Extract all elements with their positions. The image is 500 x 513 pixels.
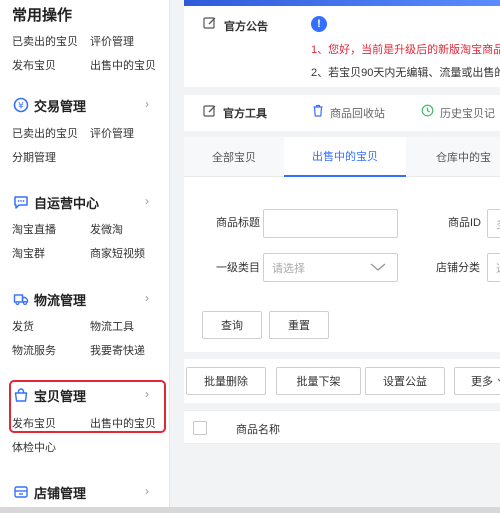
section-title: 宝贝管理 <box>34 388 87 404</box>
chat-bubble-icon <box>12 194 29 211</box>
bulk-delete-button[interactable]: 批量删除 <box>186 367 266 395</box>
currency-circle-icon: ¥ <box>12 97 29 114</box>
more-actions-button[interactable]: 更多 <box>454 367 500 395</box>
link-logistics-services[interactable]: 物流服务 <box>12 342 56 358</box>
main-content: 官方公告 ! 1、您好，当前是升级后的新版淘宝商品 2、若宝贝90天内无编辑、流… <box>184 0 500 513</box>
sidebar: 常用操作 已卖出的宝贝 评价管理 发布宝贝 出售中的宝贝 ¥ 交易管理 › 已卖… <box>0 0 170 513</box>
bottom-scrollbar[interactable] <box>0 507 500 513</box>
select-all-checkbox[interactable] <box>193 421 207 435</box>
section-title: 物流管理 <box>34 292 87 308</box>
query-button[interactable]: 查询 <box>202 311 262 339</box>
announcement-header: 官方公告 <box>203 16 268 35</box>
link-publish-item[interactable]: 发布宝贝 <box>12 415 56 431</box>
more-actions-label: 更多 <box>471 376 493 388</box>
shop-category-select[interactable]: 选 <box>487 253 500 282</box>
trash-icon <box>312 104 324 122</box>
quick-link-items-on-sale[interactable]: 出售中的宝贝 <box>90 57 156 73</box>
header-banner <box>184 0 500 6</box>
edit-icon <box>203 104 217 123</box>
column-header-item-name: 商品名称 <box>236 424 280 436</box>
title-label: 商品标题 <box>216 217 260 229</box>
link-installments[interactable]: 分期管理 <box>12 149 56 165</box>
quick-link-reviews[interactable]: 评价管理 <box>90 33 134 49</box>
alert-icon: ! <box>311 16 327 32</box>
quick-link-publish-item[interactable]: 发布宝贝 <box>12 57 56 73</box>
announcement-line-2[interactable]: 2、若宝贝90天内无编辑、流量或出售的 <box>311 64 500 80</box>
truck-icon <box>12 291 29 308</box>
tools-panel: 官方工具 商品回收站 历史宝贝记 <box>184 95 500 131</box>
item-id-label: 商品ID <box>448 217 481 229</box>
item-status-tabs: 全部宝贝 出售中的宝贝 仓库中的宝 <box>184 137 500 177</box>
tool-label: 商品回收站 <box>330 108 385 120</box>
section-title: 自运营中心 <box>34 195 100 211</box>
sidebar-title: 常用操作 <box>12 7 73 24</box>
chevron-right-icon[interactable]: › <box>145 484 149 498</box>
recycle-bin-tool[interactable]: 商品回收站 <box>312 95 385 131</box>
category-select[interactable]: 请选择 <box>263 253 398 282</box>
section-item-management[interactable]: 宝贝管理 <box>12 385 86 405</box>
official-tools-title: 官方工具 <box>223 108 267 120</box>
section-title: 交易管理 <box>34 98 87 114</box>
link-taobao-live[interactable]: 淘宝直播 <box>12 221 56 237</box>
section-trade-management[interactable]: ¥ 交易管理 <box>12 95 86 115</box>
announcement-panel: 官方公告 ! 1、您好，当前是升级后的新版淘宝商品 2、若宝贝90天内无编辑、流… <box>184 0 500 87</box>
store-icon <box>12 484 29 501</box>
chevron-right-icon[interactable]: › <box>145 291 149 305</box>
title-input[interactable] <box>263 209 398 238</box>
link-short-video[interactable]: 商家短视频 <box>90 245 145 261</box>
link-items-on-sale[interactable]: 出售中的宝贝 <box>90 415 156 431</box>
item-id-input[interactable]: 多 <box>487 209 500 238</box>
link-taobao-group[interactable]: 淘宝群 <box>12 245 45 261</box>
link-sold-items[interactable]: 已卖出的宝贝 <box>12 125 78 141</box>
quick-link-sold-items[interactable]: 已卖出的宝贝 <box>12 33 78 49</box>
category-select-value: 请选择 <box>272 262 305 275</box>
category-label: 一级类目 <box>216 262 260 274</box>
shop-category-label: 店铺分类 <box>436 262 480 274</box>
official-tools-header: 官方工具 <box>203 95 267 131</box>
tab-all-items[interactable]: 全部宝贝 <box>184 137 284 177</box>
link-ship[interactable]: 发货 <box>12 318 34 334</box>
tab-items-in-warehouse[interactable]: 仓库中的宝 <box>406 137 500 177</box>
link-health-check[interactable]: 体检中心 <box>12 439 56 455</box>
announcement-line-1[interactable]: 1、您好，当前是升级后的新版淘宝商品 <box>311 41 500 57</box>
chevron-right-icon[interactable]: › <box>145 387 149 401</box>
reset-button[interactable]: 重置 <box>269 311 329 339</box>
announcement-title: 官方公告 <box>224 20 268 33</box>
chevron-right-icon[interactable]: › <box>145 194 149 208</box>
link-send-express[interactable]: 我要寄快递 <box>90 342 145 358</box>
table-header: 商品名称 <box>184 410 500 444</box>
bag-icon <box>12 387 29 404</box>
filter-panel: 商品标题 商品ID 多 一级类目 请选择 店铺分类 选 查询 重置 <box>184 177 500 352</box>
section-logistics-management[interactable]: 物流管理 <box>12 289 86 309</box>
tab-items-on-sale[interactable]: 出售中的宝贝 <box>284 137 406 177</box>
svg-text:¥: ¥ <box>18 102 24 112</box>
edit-icon <box>203 16 217 35</box>
set-charity-button[interactable]: 设置公益 <box>365 367 445 395</box>
chevron-down-icon <box>369 261 387 276</box>
bulk-action-bar: 批量删除 批量下架 设置公益 更多 <box>184 359 500 403</box>
section-self-operation-center[interactable]: 自运营中心 <box>12 192 99 212</box>
history-items-tool[interactable]: 历史宝贝记 <box>421 95 495 131</box>
link-reviews[interactable]: 评价管理 <box>90 125 134 141</box>
bulk-delist-button[interactable]: 批量下架 <box>276 367 361 395</box>
link-logistics-tools[interactable]: 物流工具 <box>90 318 134 334</box>
section-store-management[interactable]: 店铺管理 <box>12 482 86 502</box>
clock-icon <box>421 104 434 122</box>
link-post-weitao[interactable]: 发微淘 <box>90 221 123 237</box>
chevron-right-icon[interactable]: › <box>145 97 149 111</box>
tool-label: 历史宝贝记 <box>440 108 495 120</box>
section-title: 店铺管理 <box>34 485 87 501</box>
